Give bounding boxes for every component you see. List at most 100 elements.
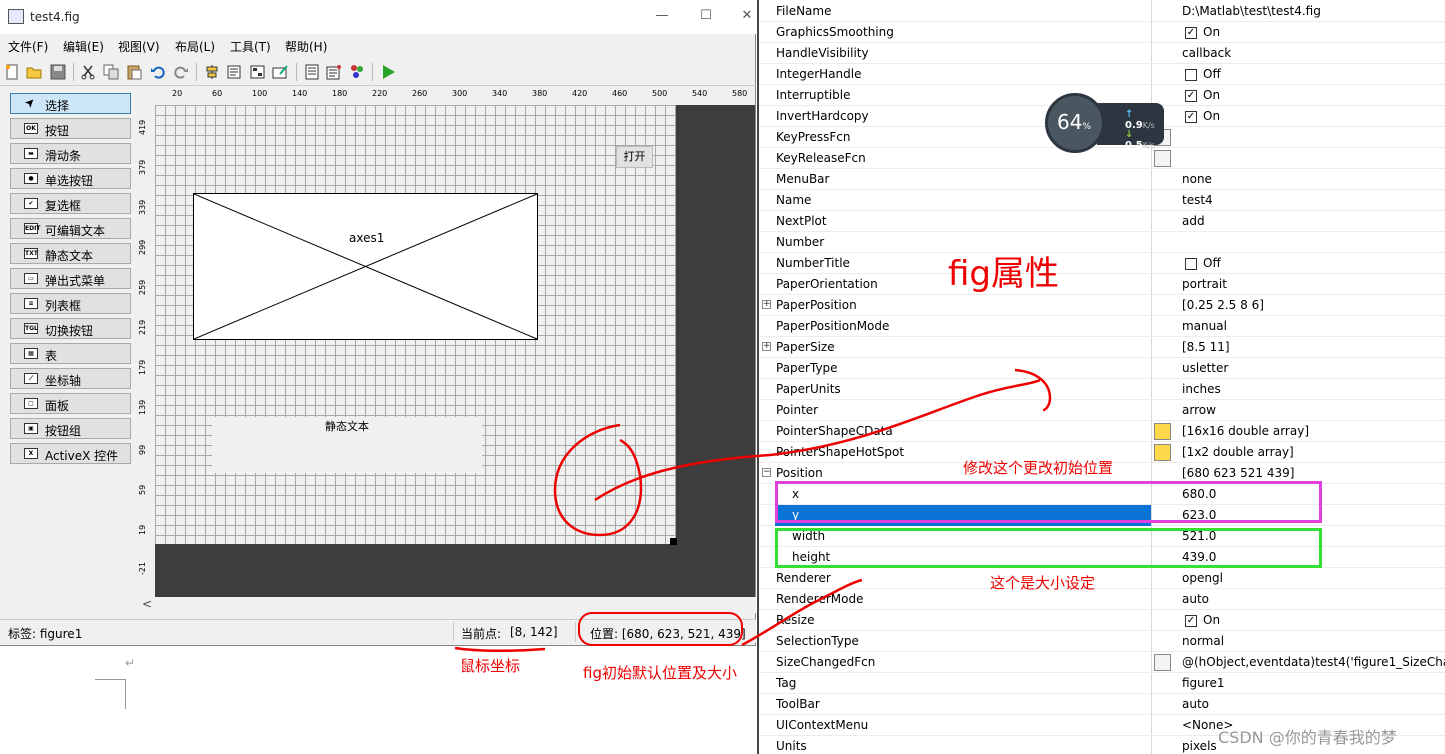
cut-icon[interactable] xyxy=(80,64,96,80)
palette-item[interactable]: ≡ 列表框 xyxy=(10,293,131,314)
property-checkbox[interactable]: ✓ xyxy=(1185,27,1197,39)
menu-file[interactable]: 文件(F) xyxy=(8,38,48,55)
property-row[interactable]: FileName D:\Matlab\test\test4.fig xyxy=(759,1,1445,22)
minimize-button[interactable]: — xyxy=(652,8,672,24)
property-row[interactable]: + PaperSize [8.5 11] xyxy=(759,337,1445,358)
property-value[interactable]: manual xyxy=(1182,319,1227,333)
property-value[interactable]: @(hObject,eventdata)test4('figure1_SizeC… xyxy=(1182,655,1445,669)
property-value[interactable]: [8.5 11] xyxy=(1182,340,1230,354)
property-checkbox[interactable] xyxy=(1185,69,1197,81)
property-row[interactable]: Number xyxy=(759,232,1445,253)
palette-item[interactable]: TGL 切换按钮 xyxy=(10,318,131,339)
property-row[interactable]: ToolBar auto xyxy=(759,694,1445,715)
static-text-component[interactable]: 静态文本 xyxy=(212,417,482,473)
menu-view[interactable]: 视图(V) xyxy=(118,38,160,55)
property-value[interactable]: test4 xyxy=(1182,193,1213,207)
property-row[interactable]: HandleVisibility callback xyxy=(759,43,1445,64)
property-checkbox[interactable]: ✓ xyxy=(1185,111,1197,123)
property-value[interactable]: [16x16 double array] xyxy=(1182,424,1309,438)
property-value[interactable]: figure1 xyxy=(1182,676,1224,690)
object-browser-icon[interactable] xyxy=(349,64,365,80)
property-row[interactable]: Tag figure1 xyxy=(759,673,1445,694)
palette-item[interactable]: ✔ 复选框 xyxy=(10,193,131,214)
property-value[interactable]: opengl xyxy=(1182,571,1223,585)
align-objects-icon[interactable] xyxy=(204,64,220,80)
property-row[interactable]: Name test4 xyxy=(759,190,1445,211)
property-row[interactable]: GraphicsSmoothing ✓ On xyxy=(759,22,1445,43)
property-value[interactable]: [1x2 double array] xyxy=(1182,445,1294,459)
figure-resize-handle[interactable] xyxy=(670,538,677,545)
palette-item[interactable]: ▬ 滑动条 xyxy=(10,143,131,164)
property-value[interactable]: [0.25 2.5 8 6] xyxy=(1182,298,1264,312)
array-editor-icon[interactable] xyxy=(1154,423,1171,440)
property-row[interactable]: + PaperPosition [0.25 2.5 8 6] xyxy=(759,295,1445,316)
property-value[interactable]: none xyxy=(1182,172,1212,186)
property-row[interactable]: Pointer arrow xyxy=(759,400,1445,421)
open-folder-icon[interactable] xyxy=(26,64,42,80)
palette-item[interactable]: X ActiveX 控件 xyxy=(10,443,131,464)
palette-item[interactable]: ⟋ 坐标轴 xyxy=(10,368,131,389)
property-row[interactable]: Resize ✓ On xyxy=(759,610,1445,631)
palette-item[interactable]: ▭ 弹出式菜单 xyxy=(10,268,131,289)
property-inspector-icon[interactable] xyxy=(326,64,342,80)
menu-editor-icon[interactable] xyxy=(227,64,243,80)
run-figure-icon[interactable] xyxy=(380,64,396,80)
property-row[interactable]: PointerShapeCData [16x16 double array] xyxy=(759,421,1445,442)
copy-icon[interactable] xyxy=(103,64,119,80)
palette-item[interactable]: ▣ 按钮组 xyxy=(10,418,131,439)
property-row[interactable]: IntegerHandle Off xyxy=(759,64,1445,85)
expand-toggle-icon[interactable]: − xyxy=(762,468,771,477)
property-row[interactable]: SizeChangedFcn @(hObject,eventdata)test4(… xyxy=(759,652,1445,673)
palette-item[interactable]: ▢ 面板 xyxy=(10,393,131,414)
property-value[interactable]: arrow xyxy=(1182,403,1216,417)
menu-layout[interactable]: 布局(L) xyxy=(175,38,215,55)
close-button[interactable]: ✕ xyxy=(740,8,754,24)
property-value[interactable]: usletter xyxy=(1182,361,1228,375)
property-value[interactable]: normal xyxy=(1182,634,1224,648)
menu-help[interactable]: 帮助(H) xyxy=(285,38,327,55)
save-icon[interactable] xyxy=(50,64,66,80)
redo-icon[interactable] xyxy=(173,64,189,80)
palette-item[interactable]: EDIT 可编辑文本 xyxy=(10,218,131,239)
property-value[interactable]: inches xyxy=(1182,382,1221,396)
property-row[interactable]: PaperUnits inches xyxy=(759,379,1445,400)
horizontal-scrollbar[interactable]: < xyxy=(136,597,756,613)
property-value[interactable]: pixels xyxy=(1182,739,1217,753)
property-value[interactable]: auto xyxy=(1182,697,1209,711)
undo-icon[interactable] xyxy=(150,64,166,80)
axes1-component[interactable]: axes1 xyxy=(193,193,538,340)
scroll-left-icon[interactable]: < xyxy=(142,597,152,611)
palette-item[interactable]: TXT 静态文本 xyxy=(10,243,131,264)
property-row[interactable]: NextPlot add xyxy=(759,211,1445,232)
tab-order-editor-icon[interactable] xyxy=(250,64,266,80)
toolbar-editor-icon[interactable] xyxy=(272,64,288,80)
palette-item[interactable]: ➤ 选择 xyxy=(10,93,131,114)
new-file-icon[interactable] xyxy=(4,64,20,80)
open-button[interactable]: 打开 xyxy=(616,146,653,168)
palette-item[interactable]: ● 单选按钮 xyxy=(10,168,131,189)
property-value[interactable]: portrait xyxy=(1182,277,1227,291)
maximize-button[interactable]: ☐ xyxy=(696,8,716,24)
paste-icon[interactable] xyxy=(126,64,142,80)
property-checkbox[interactable]: ✓ xyxy=(1185,615,1197,627)
menu-edit[interactable]: 编辑(E) xyxy=(63,38,104,55)
expand-toggle-icon[interactable]: + xyxy=(762,300,771,309)
property-row[interactable]: RendererMode auto xyxy=(759,589,1445,610)
property-checkbox[interactable] xyxy=(1185,258,1197,270)
property-row[interactable]: Renderer opengl xyxy=(759,568,1445,589)
property-row[interactable]: MenuBar none xyxy=(759,169,1445,190)
array-editor-icon[interactable] xyxy=(1154,444,1171,461)
menu-tools[interactable]: 工具(T) xyxy=(230,38,271,55)
property-row[interactable]: PaperPositionMode manual xyxy=(759,316,1445,337)
property-checkbox[interactable]: ✓ xyxy=(1185,90,1197,102)
property-row[interactable]: SelectionType normal xyxy=(759,631,1445,652)
property-row[interactable]: PaperOrientation portrait xyxy=(759,274,1445,295)
property-value[interactable]: D:\Matlab\test\test4.fig xyxy=(1182,4,1321,18)
property-row[interactable]: NumberTitle Off xyxy=(759,253,1445,274)
palette-item[interactable]: OK 按钮 xyxy=(10,118,131,139)
property-value[interactable]: callback xyxy=(1182,46,1231,60)
expand-toggle-icon[interactable]: + xyxy=(762,342,771,351)
property-value[interactable]: add xyxy=(1182,214,1205,228)
palette-item[interactable]: ▦ 表 xyxy=(10,343,131,364)
property-value[interactable]: [680 623 521 439] xyxy=(1182,466,1294,480)
